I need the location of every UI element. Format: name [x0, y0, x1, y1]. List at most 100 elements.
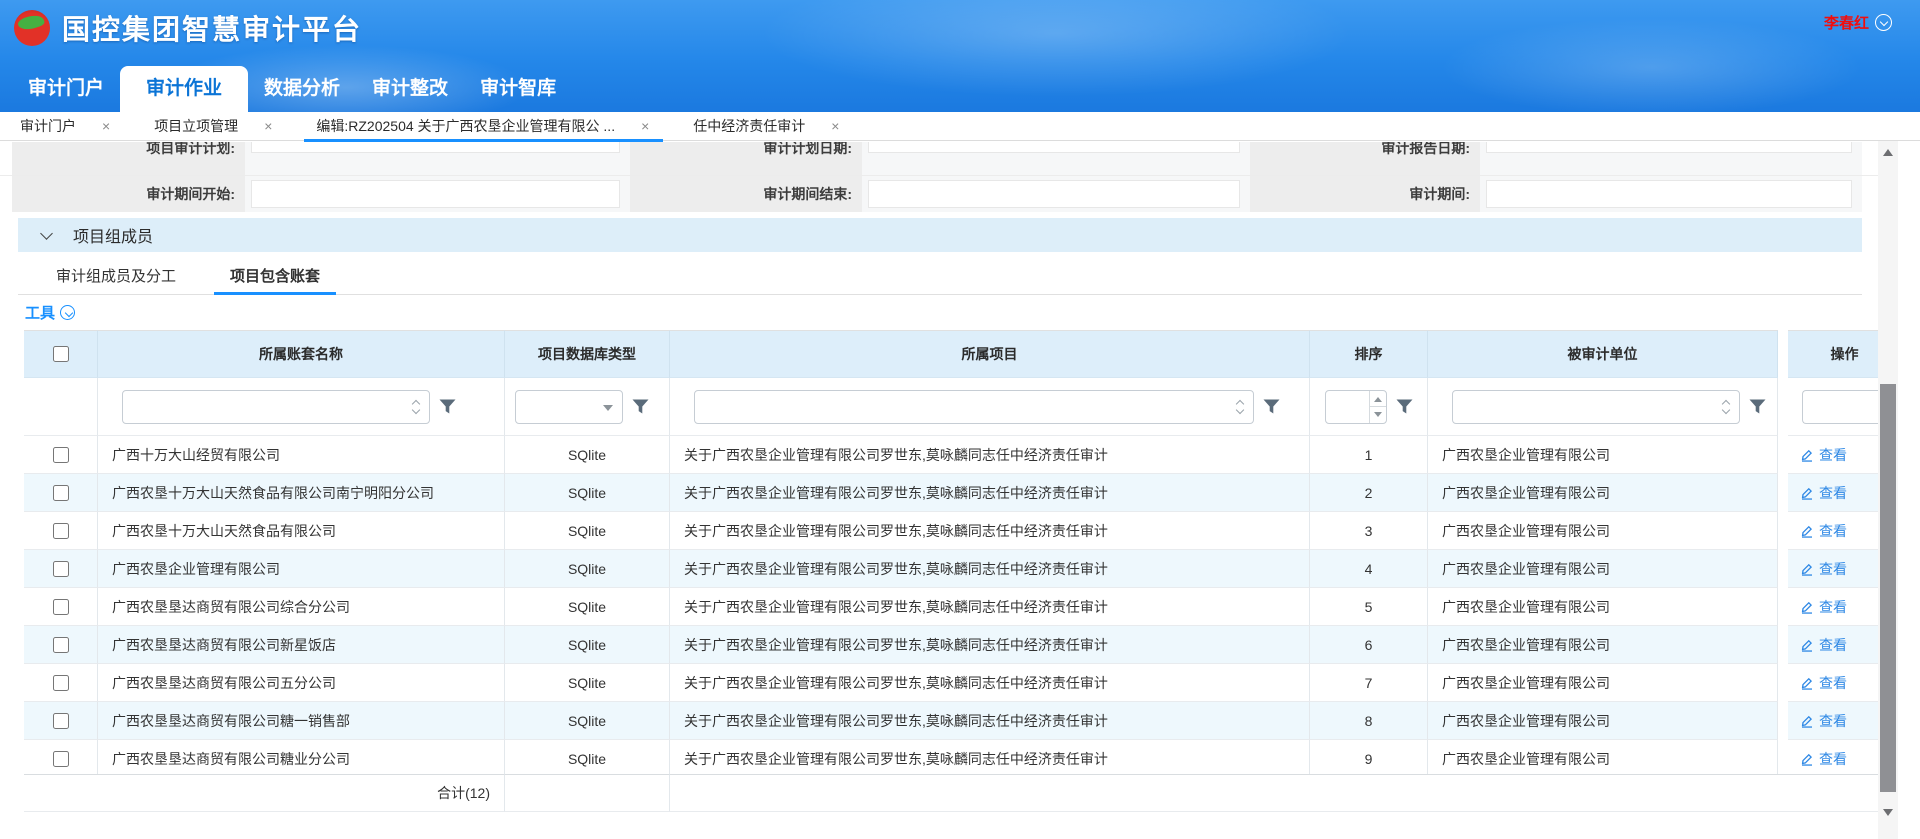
tab-close-icon[interactable]: ×	[264, 119, 272, 133]
input-audit-period-start[interactable]	[251, 180, 620, 208]
edit-pencil-icon	[1800, 676, 1814, 690]
table-row[interactable]: 广西十万大山经贸有限公司 SQlite 关于广西农垦企业管理有限公司罗世东,莫咏…	[24, 436, 1890, 474]
tools-dropdown[interactable]: 工具	[25, 302, 75, 323]
cell-account-set-name: 广西十万大山经贸有限公司	[98, 436, 505, 474]
view-action-link[interactable]: 查看	[1800, 445, 1847, 465]
edit-pencil-icon	[1800, 486, 1814, 500]
vertical-scrollbar[interactable]	[1878, 141, 1898, 839]
cell-project: 关于广西农垦企业管理有限公司罗世东,莫咏麟同志任中经济责任审计	[670, 588, 1310, 626]
form-input-clipped-2[interactable]	[868, 142, 1240, 153]
cell-project: 关于广西农垦企业管理有限公司罗世东,莫咏麟同志任中经济责任审计	[670, 436, 1310, 474]
doc-tab-3[interactable]: 任中经济责任审计×	[693, 112, 839, 141]
tools-label: 工具	[25, 302, 55, 323]
view-action-link[interactable]: 查看	[1800, 521, 1847, 541]
row-checkbox[interactable]	[53, 485, 69, 501]
form-row-clipped: 项目审计计划: 审计计划日期: 审计报告日期:	[0, 142, 1878, 176]
doc-tab-label: 编辑:RZ202504 关于广西农垦企业管理有限公 ...	[316, 116, 615, 136]
cell-account-set-name: 广西农垦企业管理有限公司	[98, 550, 505, 588]
row-checkbox[interactable]	[53, 713, 69, 729]
table-row[interactable]: 广西农垦十万大山天然食品有限公司 SQlite 关于广西农垦企业管理有限公司罗世…	[24, 512, 1890, 550]
table-row[interactable]: 广西农垦十万大山天然食品有限公司南宁明阳分公司 SQlite 关于广西农垦企业管…	[24, 474, 1890, 512]
form-input-clipped-3[interactable]	[1486, 142, 1852, 153]
total-label: 合计(12)	[24, 774, 505, 812]
funnel-filter-icon[interactable]	[632, 399, 649, 414]
cell-account-set-name: 广西农垦垦达商贸有限公司新星饭店	[98, 626, 505, 664]
table-row[interactable]: 广西农垦企业管理有限公司 SQlite 关于广西农垦企业管理有限公司罗世东,莫咏…	[24, 550, 1890, 588]
filter-order-spinner[interactable]	[1325, 390, 1387, 424]
scroll-down-arrow-icon[interactable]	[1883, 809, 1893, 816]
cell-order: 1	[1310, 436, 1428, 474]
select-all-checkbox[interactable]	[53, 346, 69, 362]
funnel-filter-icon[interactable]	[439, 399, 456, 414]
row-checkbox[interactable]	[53, 561, 69, 577]
funnel-filter-icon[interactable]	[1396, 399, 1413, 414]
user-chevron-down-icon[interactable]	[1875, 14, 1892, 31]
funnel-filter-icon[interactable]	[1749, 399, 1766, 414]
form-value-clipped-3	[1480, 142, 1862, 175]
input-audit-period-end[interactable]	[868, 180, 1240, 208]
cell-audited-unit: 广西农垦企业管理有限公司	[1428, 512, 1778, 550]
value-audit-period	[1480, 176, 1862, 212]
doc-tab-2[interactable]: 编辑:RZ202504 关于广西农垦企业管理有限公 ... ×	[316, 112, 649, 141]
filter-db-type-select[interactable]	[515, 390, 623, 424]
tab-close-icon[interactable]: ×	[102, 119, 110, 133]
nav-item-3[interactable]: 审计整改	[356, 66, 464, 112]
section-project-members[interactable]: 项目组成员	[18, 218, 1862, 252]
view-action-link[interactable]: 查看	[1800, 711, 1847, 731]
select-all-cell	[24, 330, 98, 378]
scrollbar-thumb[interactable]	[1880, 384, 1896, 792]
row-checkbox[interactable]	[53, 751, 69, 767]
table-row[interactable]: 广西农垦垦达商贸有限公司糖业分公司 SQlite 关于广西农垦企业管理有限公司罗…	[24, 740, 1890, 774]
doc-tab-1[interactable]: 项目立项管理 ×	[154, 112, 272, 141]
user-menu[interactable]: 李春红	[1824, 12, 1892, 33]
form-input-clipped-1[interactable]	[251, 142, 620, 153]
input-audit-period[interactable]	[1486, 180, 1852, 208]
filter-actions-input-clipped[interactable]	[1802, 390, 1890, 424]
row-checkbox[interactable]	[53, 675, 69, 691]
table-total-row: 合计(12)	[24, 774, 1890, 812]
value-audit-period-end	[862, 176, 1250, 212]
collapse-chevron-icon[interactable]	[40, 227, 53, 240]
funnel-filter-icon[interactable]	[1263, 399, 1280, 414]
view-action-link[interactable]: 查看	[1800, 597, 1847, 617]
nav-item-1[interactable]: 审计作业	[120, 66, 248, 112]
view-action-link[interactable]: 查看	[1800, 673, 1847, 693]
view-action-link[interactable]: 查看	[1800, 635, 1847, 655]
tab-audit-team-division[interactable]: 审计组成员及分工	[38, 256, 194, 294]
filter-audited-unit-combobox[interactable]	[1452, 390, 1740, 424]
row-checkbox[interactable]	[53, 599, 69, 615]
edit-pencil-icon	[1800, 638, 1814, 652]
tools-chevron-down-icon	[60, 305, 75, 320]
table-row[interactable]: 广西农垦垦达商贸有限公司五分公司 SQlite 关于广西农垦企业管理有限公司罗世…	[24, 664, 1890, 702]
row-checkbox[interactable]	[53, 637, 69, 653]
cell-project: 关于广西农垦企业管理有限公司罗世东,莫咏麟同志任中经济责任审计	[670, 512, 1310, 550]
tab-project-account-sets[interactable]: 项目包含账套	[212, 256, 338, 294]
view-action-link[interactable]: 查看	[1800, 483, 1847, 503]
table-row[interactable]: 广西农垦垦达商贸有限公司综合分公司 SQlite 关于广西农垦企业管理有限公司罗…	[24, 588, 1890, 626]
view-action-link[interactable]: 查看	[1800, 749, 1847, 769]
form-row-audit-period: 审计期间开始: 审计期间结束: 审计期间:	[0, 176, 1878, 212]
row-checkbox[interactable]	[53, 447, 69, 463]
row-checkbox[interactable]	[53, 523, 69, 539]
col-db-type: 项目数据库类型	[505, 330, 670, 378]
view-action-link[interactable]: 查看	[1800, 559, 1847, 579]
filter-account-name-combobox[interactable]	[122, 390, 430, 424]
nav-item-4[interactable]: 审计智库	[464, 66, 572, 112]
nav-item-0[interactable]: 审计门户	[12, 66, 120, 112]
form-value-clipped-1	[245, 142, 630, 175]
cell-project: 关于广西农垦企业管理有限公司罗世东,莫咏麟同志任中经济责任审计	[670, 740, 1310, 774]
col-actions: 操作	[1788, 330, 1890, 378]
label-audit-period-end: 审计期间结束:	[630, 176, 862, 212]
table-row[interactable]: 广西农垦垦达商贸有限公司糖一销售部 SQlite 关于广西农垦企业管理有限公司罗…	[24, 702, 1890, 740]
table-row[interactable]: 广西农垦垦达商贸有限公司新星饭店 SQlite 关于广西农垦企业管理有限公司罗世…	[24, 626, 1890, 664]
doc-tab-label: 项目立项管理	[154, 116, 238, 136]
doc-tab-0[interactable]: 审计门户×	[20, 112, 110, 141]
cell-audited-unit: 广西农垦企业管理有限公司	[1428, 740, 1778, 774]
scroll-up-arrow-icon[interactable]	[1883, 149, 1893, 156]
filter-project-combobox[interactable]	[694, 390, 1254, 424]
cell-project: 关于广西农垦企业管理有限公司罗世东,莫咏麟同志任中经济责任审计	[670, 702, 1310, 740]
tab-close-icon[interactable]: ×	[831, 119, 839, 133]
nav-item-2[interactable]: 数据分析	[248, 66, 356, 112]
edit-pencil-icon	[1800, 524, 1814, 538]
tab-close-icon[interactable]: ×	[641, 119, 649, 133]
